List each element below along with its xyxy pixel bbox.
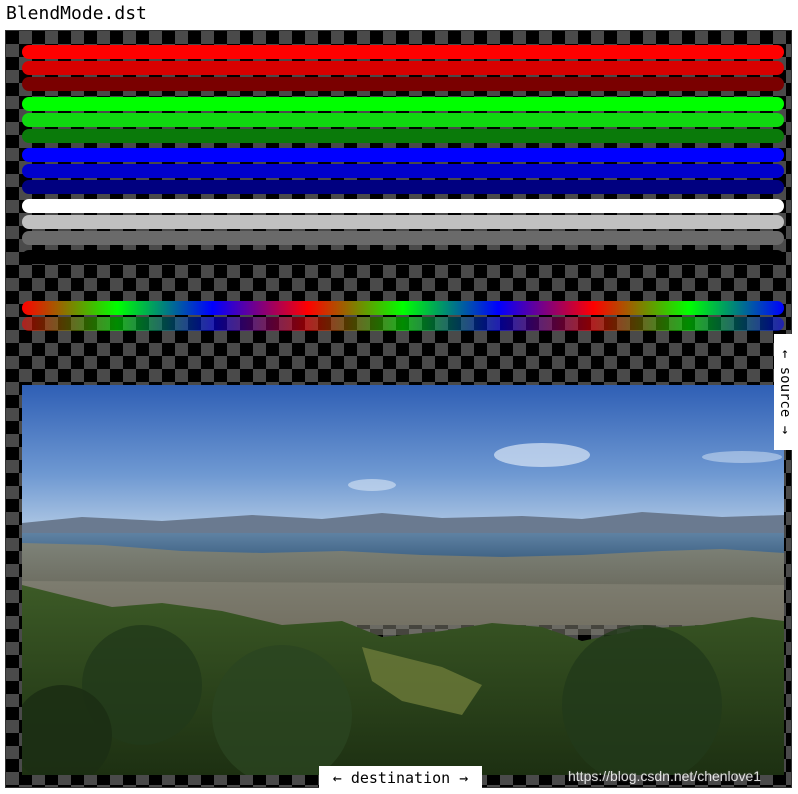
swatch-stripes	[22, 45, 784, 355]
source-label: ← source →	[774, 334, 796, 450]
swatch-gray-1	[22, 199, 784, 213]
photo-cloud	[348, 479, 396, 491]
spectrum-stripe-2	[22, 317, 784, 331]
swatch-blue-2	[22, 164, 784, 178]
photo-cloud	[494, 443, 590, 467]
canvas-frame	[5, 30, 792, 788]
swatch-red-1	[22, 45, 784, 59]
swatch-black-1	[22, 250, 784, 264]
panorama-photo	[22, 385, 784, 775]
swatch-blue-3	[22, 180, 784, 194]
swatch-red-2	[22, 61, 784, 75]
photo-cloud	[702, 451, 782, 463]
swatch-red-3	[22, 77, 784, 91]
destination-photo	[22, 385, 784, 775]
swatch-gray-3	[22, 231, 784, 245]
swatch-blue-1	[22, 148, 784, 162]
swatch-green-2	[22, 113, 784, 127]
window-title: BlendMode.dst	[2, 0, 151, 28]
swatch-green-3	[22, 129, 784, 143]
swatch-gray-2	[22, 215, 784, 229]
spectrum-stripe-1	[22, 301, 784, 315]
photo-sky	[22, 385, 784, 535]
swatch-green-1	[22, 97, 784, 111]
watermark-text: https://blog.csdn.net/chenlove1	[568, 768, 762, 784]
destination-label: ← destination →	[319, 766, 482, 790]
